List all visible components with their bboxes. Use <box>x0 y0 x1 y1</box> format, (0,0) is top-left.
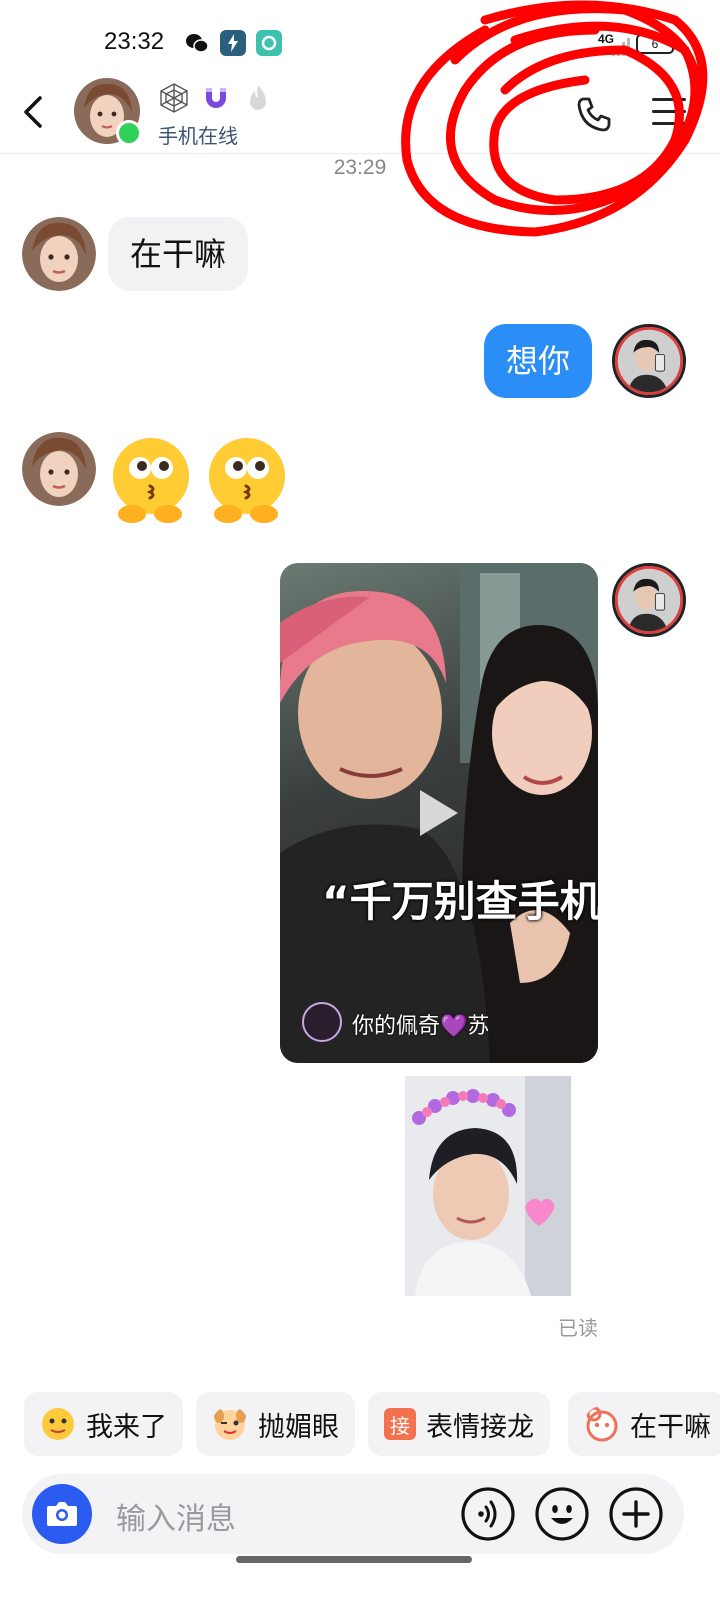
contact-avatar-small[interactable] <box>22 432 96 506</box>
camera-button[interactable] <box>32 1484 92 1544</box>
magnet-icon <box>206 88 226 108</box>
contact-online-status: 手机在线 <box>158 124 238 148</box>
quick-reply-chip[interactable]: 抛媚眼 <box>196 1392 355 1456</box>
spiderweb-icon <box>160 83 188 113</box>
status-bar: 23:32 4G 6 <box>0 0 720 78</box>
kissing-face-emoji[interactable] <box>106 434 196 524</box>
quick-reply-label: 在干嘛 <box>630 1411 711 1443</box>
menu-icon[interactable] <box>652 98 686 128</box>
quick-reply-bar: 我来了 抛媚眼 接 表情接龙 在干嘛 <box>0 1392 720 1456</box>
plus-icon[interactable] <box>608 1486 664 1542</box>
online-status-dot <box>116 120 142 146</box>
message-bubble-incoming[interactable]: 在干嘛 <box>108 217 249 291</box>
message-input[interactable]: 输入消息 <box>116 1494 236 1538</box>
chat-timestamp: 23:29 <box>333 156 387 179</box>
status-time: 23:32 <box>104 28 165 55</box>
quick-reply-chip[interactable]: 接 表情接龙 <box>368 1392 550 1456</box>
video-author-name: 你的佩奇💜苏 <box>352 1014 490 1039</box>
wink-dog-icon <box>214 1409 246 1440</box>
battery-icon: 6 <box>636 34 678 54</box>
bolt-app-icon <box>220 30 246 56</box>
kissing-face-emoji[interactable] <box>202 434 292 524</box>
message-input-bar: 输入消息 <box>22 1474 684 1554</box>
phone-call-icon[interactable] <box>574 94 614 134</box>
chat-screen: 23:32 4G 6 手机在线 23:29 在干嘛 想你 “千万别查手机 你的佩… <box>0 0 720 1600</box>
pink-face-icon <box>586 1406 618 1442</box>
camera-icon <box>47 1502 77 1526</box>
photo-thumbnail <box>405 1076 571 1296</box>
back-arrow-icon[interactable] <box>18 92 48 132</box>
signal-icon <box>612 36 630 56</box>
chat-header: 手机在线 <box>0 78 720 154</box>
video-author-avatar <box>302 1002 342 1042</box>
emoji-icon[interactable] <box>534 1486 590 1542</box>
flame-icon <box>250 85 266 110</box>
quick-reply-label: 我来了 <box>86 1411 167 1443</box>
quick-reply-chip[interactable]: 我来了 <box>24 1392 183 1456</box>
photo-message[interactable] <box>405 1076 571 1296</box>
home-indicator[interactable] <box>236 1556 472 1563</box>
my-avatar[interactable] <box>612 563 686 637</box>
read-receipt: 已读 <box>558 1316 598 1340</box>
yellow-face-icon <box>42 1408 74 1440</box>
voice-icon[interactable] <box>460 1486 516 1542</box>
video-caption: “千万别查手机 <box>322 877 598 926</box>
my-avatar[interactable] <box>612 324 686 398</box>
jie-tag-icon: 接 <box>384 1408 416 1440</box>
wechat-icon <box>186 34 209 53</box>
quick-reply-label: 表情接龙 <box>426 1411 534 1443</box>
quick-reply-label: 抛媚眼 <box>258 1411 339 1443</box>
message-bubble-outgoing[interactable]: 想你 <box>484 324 593 398</box>
quick-reply-chip[interactable]: 在干嘛 <box>568 1392 720 1456</box>
contact-badges <box>158 82 274 114</box>
green-app-icon <box>256 30 282 56</box>
play-icon[interactable] <box>412 786 462 840</box>
contact-avatar-small[interactable] <box>22 217 96 291</box>
